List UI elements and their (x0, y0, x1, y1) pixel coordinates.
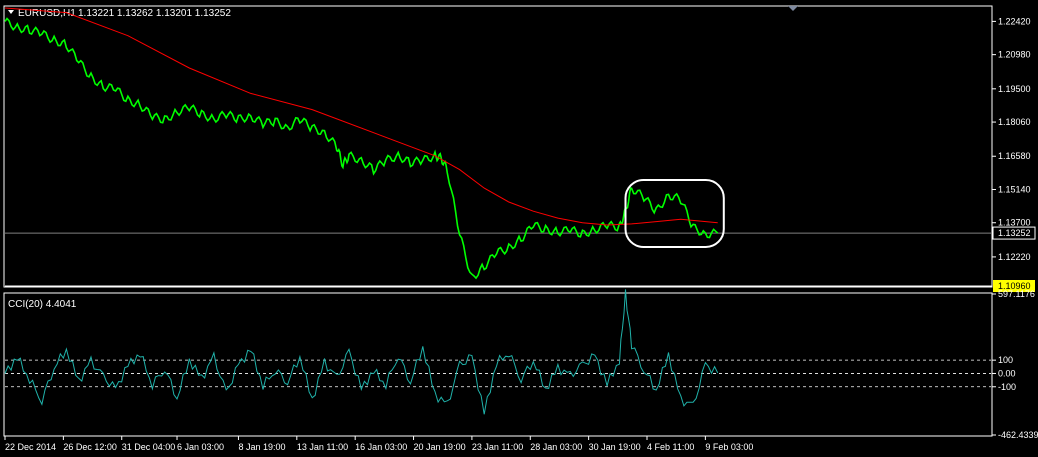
time-tick-label: 9 Feb 03:00 (705, 442, 753, 452)
time-tick-label: 13 Jan 11:00 (297, 442, 348, 452)
time-tick-label: 20 Jan 19:00 (414, 442, 466, 452)
time-tick-label: 26 Dec 12:00 (63, 442, 117, 452)
time-tick-label: 4 Feb 11:00 (647, 442, 694, 452)
time-tick-label: 6 Jan 03:00 (177, 442, 224, 452)
price-tick-label: 1.15140 (998, 184, 1031, 194)
price-tick-label: 1.18060 (998, 117, 1031, 127)
chart-background (0, 0, 1038, 457)
cci-tick-label: -462.4339 (998, 430, 1038, 440)
time-tick-label: 30 Jan 19:00 (589, 442, 641, 452)
price-tick-label: 1.19500 (998, 84, 1031, 94)
time-tick-label: 22 Dec 2014 (5, 442, 56, 452)
time-tick-label: 28 Jan 03:00 (530, 442, 582, 452)
price-tick-label: 1.20980 (998, 50, 1031, 60)
cci-tick-label: 597.1176 (998, 289, 1035, 299)
time-tick-label: 16 Jan 03:00 (355, 442, 407, 452)
chart-area[interactable]: EURUSD,H1 1.13221 1.13262 1.13201 1.1325… (0, 0, 1038, 457)
cci-tick-label: 0.00 (998, 368, 1016, 378)
price-tick-label: 1.13700 (998, 218, 1031, 228)
price-tick-label: 1.12220 (998, 252, 1031, 262)
cci-tick-label: 100 (998, 355, 1013, 365)
quote-label: 1.13221 1.13262 1.13201 1.13252 (78, 8, 231, 19)
cci-header-label: CCI(20) 4.4041 (8, 299, 77, 310)
cci-tick-label: -100 (998, 382, 1016, 392)
price-tick-label: 1.16580 (998, 151, 1031, 161)
time-tick-label: 23 Jan 11:00 (472, 442, 523, 452)
time-tick-label: 8 Jan 19:00 (238, 442, 285, 452)
price-tick-label: 1.22420 (998, 16, 1031, 26)
current-price-label: 1.13252 (998, 228, 1031, 238)
price-header[interactable]: EURUSD,H1 1.13221 1.13262 1.13201 1.1325… (8, 8, 231, 19)
time-tick-label: 31 Dec 04:00 (122, 442, 176, 452)
